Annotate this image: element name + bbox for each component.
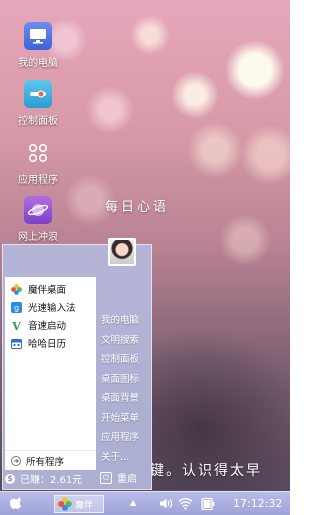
svg-text:g: g [14,303,19,312]
taskbar-clock: 17:12:32 [233,497,283,510]
program-item-calendar[interactable]: 哈哈日历 [5,334,96,352]
v-launcher-icon: V [11,320,22,331]
program-item-launcher[interactable]: V 音速启动 [5,316,96,334]
menu-item-my-computer[interactable]: 我的电脑 [99,311,151,331]
apps-icon [24,139,52,167]
volume-icon[interactable] [159,497,173,513]
apple-start-icon[interactable] [9,496,24,511]
menu-item-search[interactable]: 文明搜索 [99,331,151,351]
all-programs-label: 所有程序 [26,456,65,468]
svg-text:V: V [11,320,21,331]
program-label: 光速输入法 [28,303,76,314]
start-menu-right-panel: 我的电脑 文明搜索 控制面板 桌面图标 桌面背景 开始菜单 应用程序 关于... [99,311,151,467]
desktop-icon-my-computer[interactable]: 我的电脑 [8,22,68,69]
all-programs-button[interactable]: ➜ 所有程序 [5,450,96,470]
taskbar-app-label: 魔伴 [75,500,94,511]
program-label: 哈哈日历 [28,339,67,350]
tray-expand-icon[interactable]: ▲ [130,498,136,507]
restart-button[interactable]: ⏻ 重启 [100,470,137,485]
flower-icon [58,497,72,511]
coin-icon: $ [5,473,15,484]
menu-item-control-panel[interactable]: 控制面板 [99,350,151,370]
program-item-mobanzhuomian[interactable]: 魔伴桌面 [5,280,96,298]
desktop-icon-label: 控制面板 [18,116,58,127]
flower-icon [11,283,22,295]
taskbar: 魔伴 ▲ 17:12:32 [0,491,290,515]
power-icon: ⏻ [100,471,112,484]
monitor-icon [24,22,52,50]
menu-item-desktop-icons[interactable]: 桌面图标 [99,370,151,390]
desktop-icon-applications[interactable]: 应用程序 [8,139,68,186]
earnings-text: 已赚：2.61元 [20,475,83,486]
control-panel-icon [24,80,52,108]
desktop-icon-label: 我的电脑 [18,58,58,69]
menu-item-applications[interactable]: 应用程序 [99,428,151,448]
program-label: 音速启动 [28,321,67,332]
daily-quote-title: 每日心语 [105,200,170,215]
program-label: 魔伴桌面 [28,285,67,296]
taskbar-app-moban[interactable]: 魔伴 [54,495,104,513]
menu-item-start-menu[interactable]: 开始菜单 [99,409,151,429]
earnings-display: $ 已赚：2.61元 [5,471,82,486]
arrow-right-icon: ➜ [11,455,21,466]
wifi-icon[interactable] [178,497,193,513]
desktop-icon-label: 网上冲浪 [18,232,58,243]
desktop-icon-label: 应用程序 [18,175,58,186]
calendar-icon [11,338,22,349]
wallpaper-quote-text: 键。认识得太早 [150,463,262,479]
desktop-icon-control-panel[interactable]: 控制面板 [8,80,68,127]
start-menu-program-list: 魔伴桌面 g 光速输入法 V 音速启动 哈哈日历 ➜ 所有程序 [5,277,96,470]
user-avatar[interactable] [108,238,136,266]
program-item-input-method[interactable]: g 光速输入法 [5,298,96,316]
g-keyboard-icon: g [11,301,22,313]
menu-item-desktop-background[interactable]: 桌面背景 [99,389,151,409]
battery-icon[interactable] [200,497,216,514]
menu-item-about[interactable]: 关于... [99,448,151,468]
start-menu: 魔伴桌面 g 光速输入法 V 音速启动 哈哈日历 ➜ 所有程序 我的电脑 文明搜… [2,238,152,490]
planet-icon [24,196,52,224]
restart-label: 重启 [117,474,137,485]
desktop-icon-web[interactable]: 网上冲浪 [8,196,68,243]
